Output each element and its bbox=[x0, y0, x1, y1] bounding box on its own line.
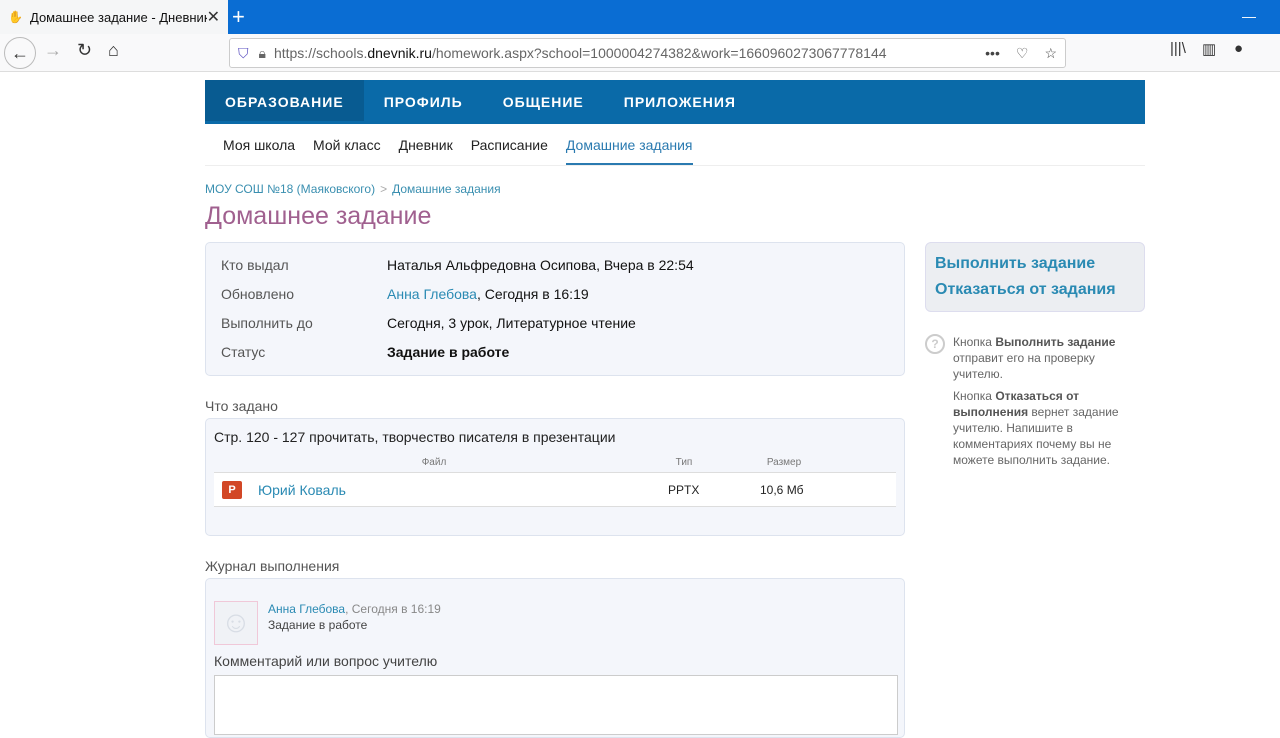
help-text: ? Кнопка Выполнить задание отправит его … bbox=[925, 334, 1145, 474]
updated-user-link[interactable]: Анна Глебова bbox=[387, 286, 477, 302]
task-heading: Что задано bbox=[205, 398, 278, 414]
journal-heading: Журнал выполнения bbox=[205, 558, 340, 574]
file-link[interactable]: Юрий Коваль bbox=[258, 482, 668, 498]
subnav-my-school[interactable]: Моя школа bbox=[223, 137, 295, 153]
journal-status: Задание в работе bbox=[268, 618, 368, 632]
sidebar-icon[interactable]: ▥ bbox=[1202, 40, 1216, 58]
nav-education[interactable]: ОБРАЗОВАНИЕ bbox=[205, 80, 364, 124]
url-domain: dnevnik.ru bbox=[367, 45, 432, 61]
main-nav: ОБРАЗОВАНИЕ ПРОФИЛЬ ОБЩЕНИЕ ПРИЛОЖЕНИЯ bbox=[205, 80, 1145, 124]
task-info: Кто выдал Наталья Альфредовна Осипова, Вч… bbox=[205, 242, 905, 376]
sub-nav: Моя школа Мой класс Дневник Расписание Д… bbox=[205, 124, 1145, 166]
journal-time: , Сегодня в 16:19 bbox=[345, 602, 441, 616]
lock-icon: 🔒︎ bbox=[258, 44, 266, 61]
file-table-header: Файл Тип Размер bbox=[214, 457, 896, 473]
back-icon[interactable]: ← bbox=[4, 37, 36, 69]
breadcrumb-sep: > bbox=[380, 182, 388, 196]
journal-entry: Анна Глебова, Сегодня в 16:19 Задание в … bbox=[268, 601, 896, 633]
reload-icon[interactable]: ↻ bbox=[77, 40, 92, 61]
page-content: ОБРАЗОВАНИЕ ПРОФИЛЬ ОБЩЕНИЕ ПРИЛОЖЕНИЯ М… bbox=[205, 80, 1145, 738]
library-icon[interactable]: |||\ bbox=[1170, 40, 1186, 57]
nav-communication[interactable]: ОБЩЕНИЕ bbox=[483, 80, 604, 124]
nav-apps[interactable]: ПРИЛОЖЕНИЯ bbox=[604, 80, 756, 124]
actions-box: Выполнить задание Отказаться от задания bbox=[925, 242, 1145, 312]
url-prefix: https://schools. bbox=[273, 45, 368, 61]
nav-toolbar: ← → ↻ ⌂ ⛉ 🔒︎ https://schools. dnevnik.ru /… bbox=[0, 34, 1280, 72]
due-link[interactable]: Сегодня, 3 урок, Литературное чтение bbox=[387, 315, 636, 344]
task-text: Стр. 120 - 127 прочитать, творчество пис… bbox=[214, 429, 616, 445]
col-size: Размер bbox=[766, 457, 802, 468]
close-tab-icon[interactable]: ✕ bbox=[207, 7, 220, 27]
breadcrumb-school[interactable]: МОУ СОШ №18 (Маяковского) bbox=[205, 182, 375, 196]
col-file: Файл bbox=[421, 457, 447, 468]
forward-icon[interactable]: → bbox=[44, 40, 62, 61]
status-label: Статус bbox=[221, 344, 266, 360]
favicon-icon: ✋ bbox=[8, 10, 23, 24]
nav-profile[interactable]: ПРОФИЛЬ bbox=[364, 80, 483, 124]
tab-title: Домашнее задание - Дневник bbox=[30, 9, 207, 25]
help1-b: Выполнить задание bbox=[995, 335, 1116, 349]
page-title: Домашнее задание bbox=[205, 202, 432, 230]
help2-a: Кнопка bbox=[953, 389, 996, 403]
updated-label: Обновлено bbox=[221, 286, 295, 302]
url-path: /homework.aspx?school=1000004274382&work… bbox=[431, 45, 887, 61]
subnav-homework[interactable]: Домашние задания bbox=[565, 125, 693, 165]
avatar: ☺ bbox=[214, 601, 258, 645]
tab-bar: ✋ Домашнее задание - Дневник ✕ + — bbox=[0, 0, 1280, 34]
shield-icon: ⛉ bbox=[238, 44, 249, 61]
help1-c: отправит его на проверку учителю. bbox=[953, 351, 1095, 381]
subnav-schedule[interactable]: Расписание bbox=[471, 137, 548, 153]
subnav-my-class[interactable]: Мой класс bbox=[313, 137, 381, 153]
due-label: Выполнить до bbox=[221, 315, 313, 331]
subnav-diary[interactable]: Дневник bbox=[399, 137, 453, 153]
file-row: P Юрий Коваль PPTX 10,6 Мб bbox=[214, 473, 896, 507]
star-icon[interactable]: ☆ bbox=[1044, 45, 1057, 62]
browser-tab[interactable]: ✋ Домашнее задание - Дневник ✕ bbox=[0, 0, 228, 34]
pocket-icon[interactable]: ♡ bbox=[1016, 45, 1029, 62]
issued-label: Кто выдал bbox=[221, 257, 289, 273]
col-type: Тип bbox=[675, 457, 693, 468]
file-type: PPTX bbox=[668, 482, 700, 497]
file-size: 10,6 Мб bbox=[760, 482, 804, 497]
status-value: Задание в работе bbox=[387, 344, 510, 360]
help1-a: Кнопка bbox=[953, 335, 996, 349]
decline-task-button[interactable]: Отказаться от задания bbox=[935, 277, 1135, 303]
updated-time: , Сегодня в 16:19 bbox=[476, 286, 589, 302]
complete-task-button[interactable]: Выполнить задание bbox=[935, 251, 1135, 277]
journal-user-link[interactable]: Анна Глебова bbox=[268, 602, 345, 616]
account-icon[interactable]: ● bbox=[1234, 40, 1243, 57]
home-icon[interactable]: ⌂ bbox=[108, 40, 119, 61]
side-panel: Выполнить задание Отказаться от задания … bbox=[925, 242, 1145, 474]
new-tab-icon[interactable]: + bbox=[232, 4, 245, 30]
breadcrumb: МОУ СОШ №18 (Маяковского) > Домашние задан… bbox=[205, 182, 1145, 196]
minimize-icon[interactable]: — bbox=[1242, 8, 1256, 24]
comment-input[interactable] bbox=[214, 675, 898, 735]
task-box: Стр. 120 - 127 прочитать, творчество пис… bbox=[205, 418, 905, 536]
question-icon: ? bbox=[925, 334, 945, 354]
more-icon[interactable]: ••• bbox=[985, 45, 1000, 62]
issued-value: Наталья Альфредовна Осипова, Вчера в 22:… bbox=[387, 257, 694, 273]
journal-box: ☺ Анна Глебова, Сегодня в 16:19 Задание … bbox=[205, 578, 905, 738]
url-bar[interactable]: ⛉ 🔒︎ https://schools. dnevnik.ru/homework… bbox=[229, 38, 1066, 68]
breadcrumb-homework[interactable]: Домашние задания bbox=[392, 182, 501, 196]
powerpoint-icon: P bbox=[222, 480, 242, 499]
comment-label: Комментарий или вопрос учителю bbox=[214, 653, 438, 669]
